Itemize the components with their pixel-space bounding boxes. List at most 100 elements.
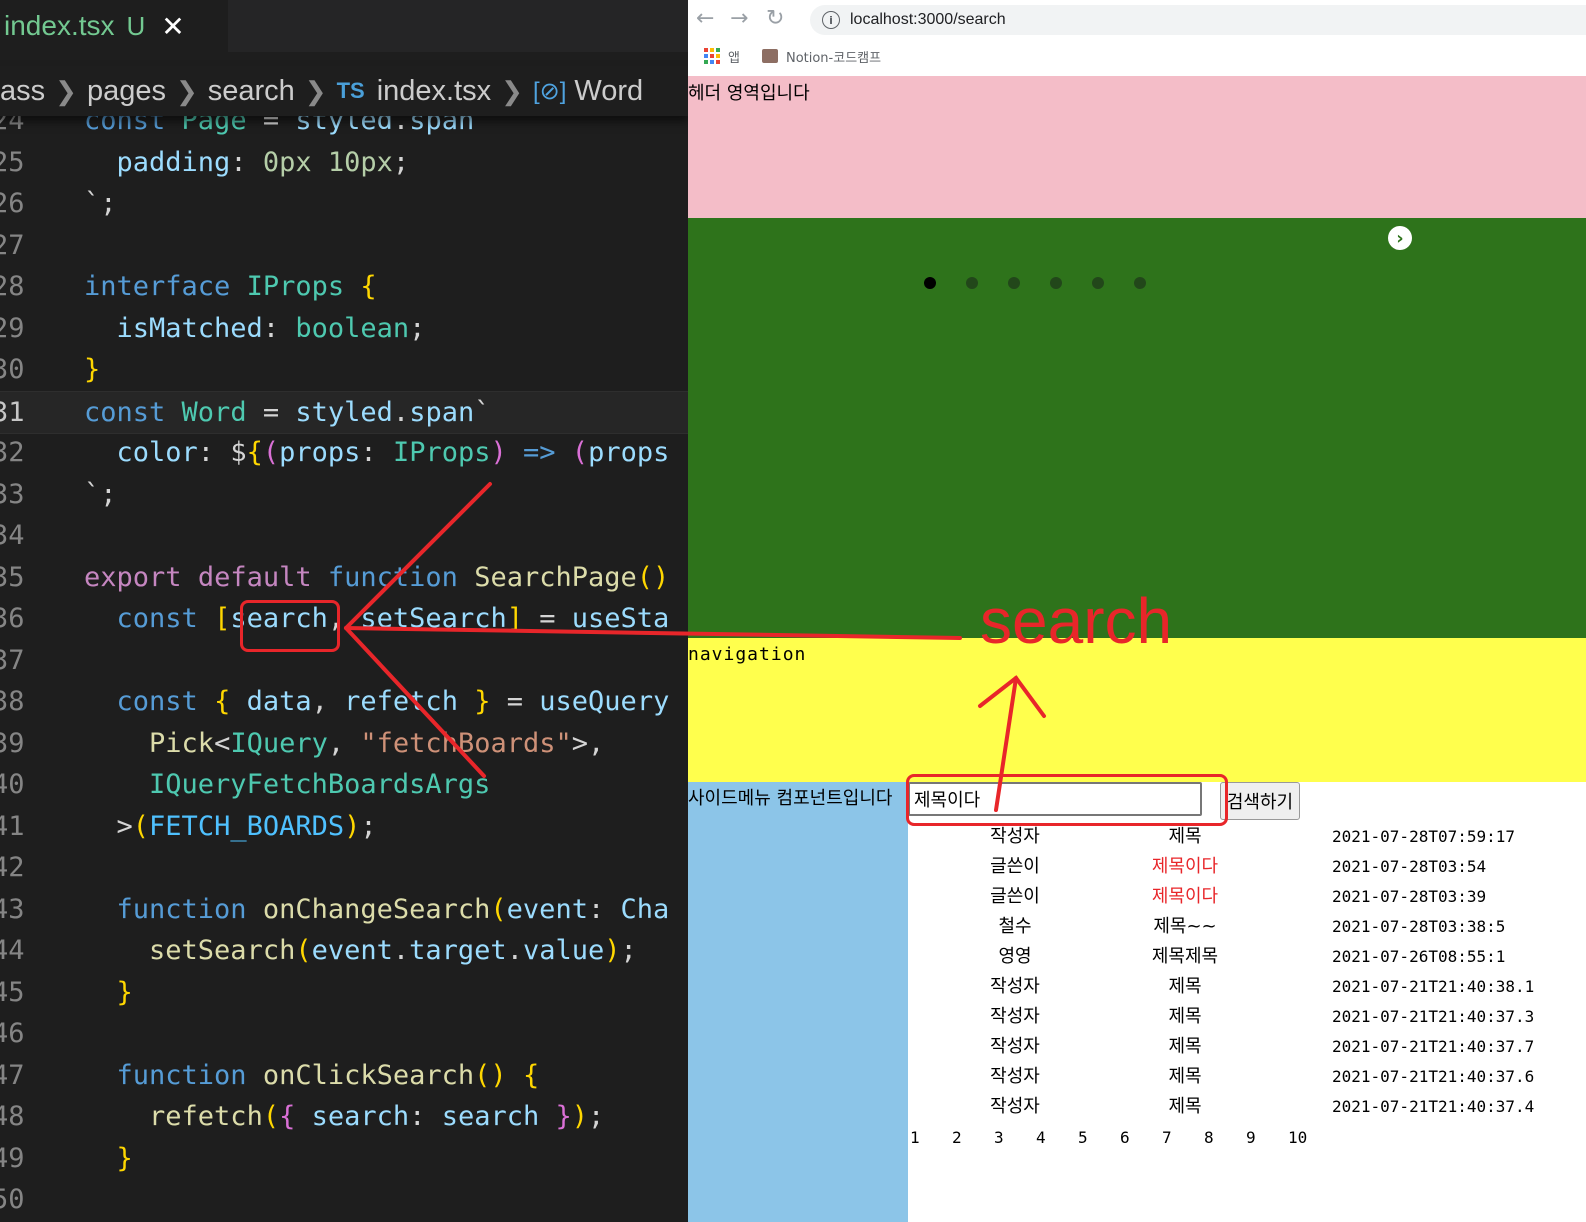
line-number: 48 <box>0 1101 25 1132</box>
code-line[interactable]: 47 function onClickSearch() { <box>0 1055 688 1096</box>
line-number: 49 <box>0 1142 25 1174</box>
code-line[interactable]: 31 const Word = styled.span` <box>0 390 688 434</box>
bookmark-apps[interactable]: 앱 <box>728 47 740 66</box>
board-writer: 작성자 <box>990 1036 1040 1057</box>
line-number: 37 <box>0 644 25 676</box>
breadcrumb-item[interactable]: ass <box>0 75 45 108</box>
board-title[interactable]: 제목이다 <box>1120 852 1250 882</box>
typescript-icon: TS <box>336 78 365 103</box>
code-line[interactable]: 36 const [search, setSearch] = useSta <box>0 598 688 639</box>
board-title[interactable]: 제목~~ <box>1120 912 1250 942</box>
page-number[interactable]: 6 <box>1120 1128 1162 1147</box>
page-number[interactable]: 10 <box>1288 1128 1330 1147</box>
line-number: 36 <box>0 603 25 634</box>
breadcrumb-item[interactable]: pages <box>87 75 166 108</box>
address-bar[interactable]: i localhost:3000/search <box>810 5 1586 35</box>
code-line[interactable]: 39 Pick<IQuery, "fetchBoards">, <box>0 723 688 764</box>
reload-icon[interactable]: ↻ <box>766 6 784 31</box>
code-line[interactable]: 30} <box>0 349 688 390</box>
page-number[interactable]: 5 <box>1078 1128 1120 1147</box>
code-line[interactable]: 41 >(FETCH_BOARDS); <box>0 806 688 847</box>
board-writer: 글쓴이 <box>990 856 1040 877</box>
table-row: 철수 제목~~ 2021-07-28T03:38:5 <box>908 912 1586 942</box>
carousel-dot[interactable] <box>924 277 936 289</box>
code-text: setSearch(event.target.value); <box>149 935 637 966</box>
breadcrumb-item[interactable]: search <box>208 75 295 108</box>
code-text: `; <box>84 478 117 510</box>
code-line[interactable]: 46 <box>0 1013 688 1054</box>
search-button[interactable]: 검색하기 <box>1220 782 1300 820</box>
table-row: 작성자 제목 2021-07-21T21:40:37.7 <box>908 1032 1586 1062</box>
line-number: 38 <box>0 686 25 717</box>
tab-modified-badge: U <box>126 10 146 41</box>
line-number: 32 <box>0 437 25 468</box>
code-text: function onClickSearch() { <box>116 1059 540 1091</box>
editor-tab-bar: index.tsx U ✕ <box>0 0 688 52</box>
code-line[interactable]: 38 const { data, refetch } = useQuery <box>0 681 688 722</box>
code-line[interactable]: 26 `; <box>0 183 688 224</box>
carousel-dot[interactable] <box>1092 277 1104 289</box>
page-header: 헤더 영역입니다 <box>688 76 1586 218</box>
code-line[interactable]: 25 padding: 0px 10px; <box>0 142 688 183</box>
page-number[interactable]: 1 <box>910 1128 952 1147</box>
board-title[interactable]: 제목 <box>1120 972 1250 1002</box>
code-line[interactable]: 33 `; <box>0 474 688 515</box>
code-line[interactable]: 45 } <box>0 972 688 1013</box>
carousel-dot[interactable] <box>1134 277 1146 289</box>
breadcrumb-item[interactable]: index.tsx <box>377 75 491 108</box>
forward-icon[interactable]: → <box>730 6 748 31</box>
board-title[interactable]: 제목이다 <box>1120 882 1250 912</box>
board-date: 2021-07-28T03:38:5 <box>1332 917 1506 936</box>
table-row: 작성자 제목 2021-07-21T21:40:37.4 <box>908 1092 1586 1122</box>
board-writer: 작성자 <box>990 1006 1040 1027</box>
page-number[interactable]: 7 <box>1162 1128 1204 1147</box>
page-number[interactable]: 3 <box>994 1128 1036 1147</box>
board-title[interactable]: 제목 <box>1120 1002 1250 1032</box>
board-title[interactable]: 제목제목 <box>1120 942 1250 972</box>
close-icon[interactable]: ✕ <box>161 10 184 43</box>
code-line[interactable]: 34 <box>0 515 688 556</box>
code-line[interactable]: 37 <box>0 640 688 681</box>
page-number[interactable]: 8 <box>1204 1128 1246 1147</box>
code-line[interactable]: 49 } <box>0 1138 688 1179</box>
code-text: const Word = styled.span` <box>84 396 491 428</box>
page-number[interactable]: 9 <box>1246 1128 1288 1147</box>
board-title[interactable]: 제목 <box>1120 1032 1250 1062</box>
code-text: Pick<IQuery, "fetchBoards">, <box>149 727 605 759</box>
code-line[interactable]: 42 <box>0 847 688 888</box>
board-date: 2021-07-28T03:54 <box>1332 857 1487 876</box>
code-line[interactable]: 50 <box>0 1179 688 1220</box>
carousel-dot[interactable] <box>1008 277 1020 289</box>
chevron-right-icon[interactable]: › <box>1388 226 1412 250</box>
board-title[interactable]: 제목 <box>1120 822 1250 852</box>
board-date: 2021-07-21T21:40:37.7 <box>1332 1037 1535 1056</box>
editor-tab[interactable]: index.tsx U ✕ <box>0 0 228 52</box>
code-line[interactable]: 29 isMatched: boolean; <box>0 308 688 349</box>
bookmark-notion[interactable]: Notion-코드캠프 <box>786 47 881 66</box>
code-line[interactable]: 32 color: ${(props: IProps) => (props <box>0 432 688 473</box>
back-icon[interactable]: ← <box>696 6 714 31</box>
board-date: 2021-07-26T08:55:1 <box>1332 947 1506 966</box>
code-line[interactable]: 40 IQueryFetchBoardsArgs <box>0 764 688 805</box>
line-number: 39 <box>0 727 25 759</box>
code-line[interactable]: 44 setSearch(event.target.value); <box>0 930 688 971</box>
code-line[interactable]: 28 interface IProps { <box>0 266 688 307</box>
code-text: padding: 0px 10px; <box>116 146 410 178</box>
line-number: 41 <box>0 810 25 842</box>
breadcrumb-item[interactable]: Word <box>574 75 643 108</box>
carousel-dot[interactable] <box>1050 277 1062 289</box>
page-number[interactable]: 4 <box>1036 1128 1078 1147</box>
board-date: 2021-07-21T21:40:37.3 <box>1332 1007 1535 1026</box>
code-line[interactable]: 48 refetch({ search: search }); <box>0 1096 688 1137</box>
code-line[interactable]: 27 <box>0 225 688 266</box>
search-input[interactable] <box>908 782 1202 816</box>
carousel-dot[interactable] <box>966 277 978 289</box>
apps-grid-icon[interactable] <box>704 48 720 64</box>
board-title[interactable]: 제목 <box>1120 1062 1250 1092</box>
info-icon[interactable]: i <box>822 11 840 29</box>
board-title[interactable]: 제목 <box>1120 1092 1250 1122</box>
code-line[interactable]: 43 function onChangeSearch(event: Cha <box>0 889 688 930</box>
page-number[interactable]: 2 <box>952 1128 994 1147</box>
code-line[interactable]: 35 export default function SearchPage() <box>0 557 688 598</box>
line-number: 31 <box>0 396 25 428</box>
